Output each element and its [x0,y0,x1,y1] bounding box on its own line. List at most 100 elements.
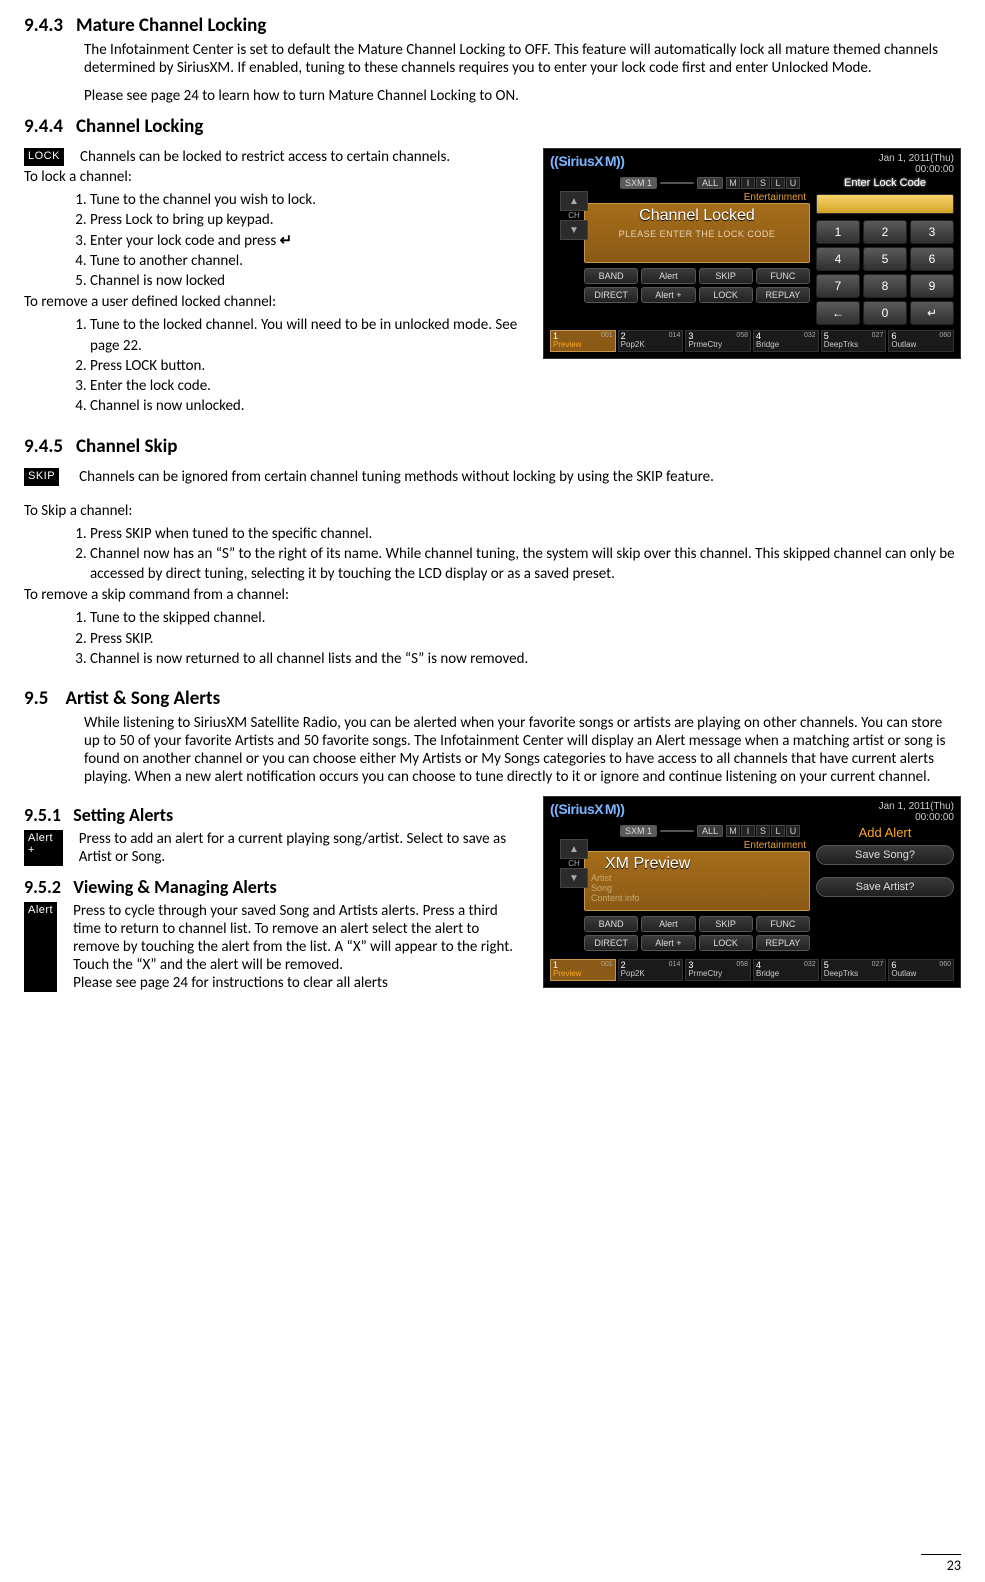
channel-down-button[interactable]: ▼ [560,220,588,240]
heading-num: 9.4.4 [24,115,63,138]
channel-label: CH [568,859,580,868]
lock-head: To lock a channel: [24,168,525,186]
preset-5[interactable]: 5027DeepTrks [821,959,887,981]
alert-plus-button[interactable]: Alert + [641,935,695,951]
channel-label: CH [568,211,580,220]
skip-icon: SKIP [24,468,59,486]
date-time: Jan 1, 2011(Thu) 00:00:00 [879,801,954,823]
channel-up-button[interactable]: ▲ [560,191,588,211]
tag-all[interactable]: ALL [697,825,723,837]
heading-num: 9.4.5 [24,435,63,458]
preset-3[interactable]: 3058PrmeCtry [685,330,751,352]
direct-button[interactable]: DIRECT [584,935,638,951]
channel-up-button[interactable]: ▲ [560,839,588,859]
alert-button[interactable]: Alert [641,916,695,932]
channel-down-button[interactable]: ▼ [560,868,588,888]
preset-2[interactable]: 2014Pop2K [618,330,684,352]
heading-title: Channel Skip [76,435,178,458]
date-time: Jan 1, 2011(Thu) 00:00:00 [879,153,954,175]
list-item: Press LOCK button. [90,356,525,376]
key-9[interactable]: 9 [910,274,954,298]
preset-bar: 1001Preview 2014Pop2K 3058PrmeCtry 4032B… [550,330,954,352]
heading-num: 9.5 [24,687,48,710]
func-button[interactable]: FUNC [756,916,810,932]
para-943-2: Please see page 24 to learn how to turn … [84,87,961,105]
key-2[interactable]: 2 [863,220,907,244]
para-952b: Please see page 24 for instructions to c… [73,974,388,992]
preset-6[interactable]: 6060Outlaw [888,959,954,981]
key-8[interactable]: 8 [863,274,907,298]
tag-sxm1[interactable]: SXM 1 [620,825,657,837]
list-item: Enter the lock code. [90,376,525,396]
band-button[interactable]: BAND [584,916,638,932]
key-1[interactable]: 1 [816,220,860,244]
heading-952: 9.5.2 Viewing & Managing Alerts [24,876,525,898]
skip-button[interactable]: SKIP [699,268,753,284]
key-back[interactable]: ← [816,301,860,325]
heading-title: Artist & Song Alerts [66,687,221,710]
alert-button[interactable]: Alert [641,268,695,284]
page-number: 23 [921,1554,961,1574]
lock-button[interactable]: LOCK [699,287,753,303]
para-952a: Press to cycle through your saved Song a… [73,902,513,974]
tag-all[interactable]: ALL [697,177,723,189]
para-951: Press to add an alert for a current play… [79,830,525,866]
key-0[interactable]: 0 [863,301,907,325]
heading-title: Viewing & Managing Alerts [73,876,276,898]
key-enter[interactable]: ↵ [910,301,954,325]
tag-channel[interactable] [660,182,694,184]
list-item: Tune to the locked channel. You will nee… [90,315,525,356]
func-button[interactable]: FUNC [756,268,810,284]
skip-button[interactable]: SKIP [699,916,753,932]
lock-code-field[interactable] [816,194,954,214]
siriusxm-alert-screenshot: ((SiriusX M)) Jan 1, 2011(Thu) 00:00:00 … [543,796,961,988]
category-label: Entertainment [744,840,806,851]
preset-4[interactable]: 4032Bridge [753,959,819,981]
alert-plus-icon: Alert + [24,830,63,866]
tag-letters: MISLU [726,177,800,189]
lock-button[interactable]: LOCK [699,935,753,951]
preset-4[interactable]: 4032Bridge [753,330,819,352]
key-3[interactable]: 3 [910,220,954,244]
preset-1[interactable]: 1001Preview [550,330,616,352]
replay-button[interactable]: REPLAY [756,287,810,303]
skip-head: To Skip a channel: [24,502,961,520]
save-artist-button[interactable]: Save Artist? [816,877,954,897]
para-95: While listening to SiriusXM Satellite Ra… [84,714,961,786]
category-label: Entertainment [744,192,806,203]
key-6[interactable]: 6 [910,247,954,271]
heading-944: 9.4.4 Channel Locking [24,115,961,138]
list-item: Channel is now unlocked. [90,396,525,416]
siriusxm-lock-screenshot: ((SiriusX M)) Jan 1, 2011(Thu) 00:00:00 … [543,148,961,359]
key-5[interactable]: 5 [863,247,907,271]
list-item: Tune to the channel you wish to lock. [90,190,525,210]
heading-title: Setting Alerts [73,804,173,826]
preset-2[interactable]: 2014Pop2K [618,959,684,981]
alert-plus-button[interactable]: Alert + [641,287,695,303]
panel-title: Channel Locked [591,207,803,225]
unskip-head: To remove a skip command from a channel: [24,586,961,604]
preset-3[interactable]: 3058PrmeCtry [685,959,751,981]
enter-lock-code-title: Enter Lock Code [816,177,954,189]
replay-button[interactable]: REPLAY [756,935,810,951]
tag-sxm1[interactable]: SXM 1 [620,177,657,189]
preset-5[interactable]: 5027DeepTrks [821,330,887,352]
direct-button[interactable]: DIRECT [584,287,638,303]
key-4[interactable]: 4 [816,247,860,271]
list-item: Enter your lock code and press ↵ [90,231,525,251]
tag-channel[interactable] [660,830,694,832]
xm-preview-panel: XM Preview Artist Song Content info [584,851,810,911]
heading-95: 9.5 Artist & Song Alerts [24,687,961,710]
list-item: Press Lock to bring up keypad. [90,210,525,230]
channel-locked-panel: Channel Locked PLEASE ENTER THE LOCK COD… [584,203,810,263]
key-7[interactable]: 7 [816,274,860,298]
enter-icon: ↵ [280,232,293,250]
para-943-1: The Infotainment Center is set to defaul… [84,41,961,77]
alert-icon: Alert [24,902,57,992]
preset-1[interactable]: 1001Preview [550,959,616,981]
add-alert-title: Add Alert [816,825,954,840]
preset-6[interactable]: 6060Outlaw [888,330,954,352]
band-button[interactable]: BAND [584,268,638,284]
panel-title: XM Preview [591,855,803,873]
save-song-button[interactable]: Save Song? [816,845,954,865]
